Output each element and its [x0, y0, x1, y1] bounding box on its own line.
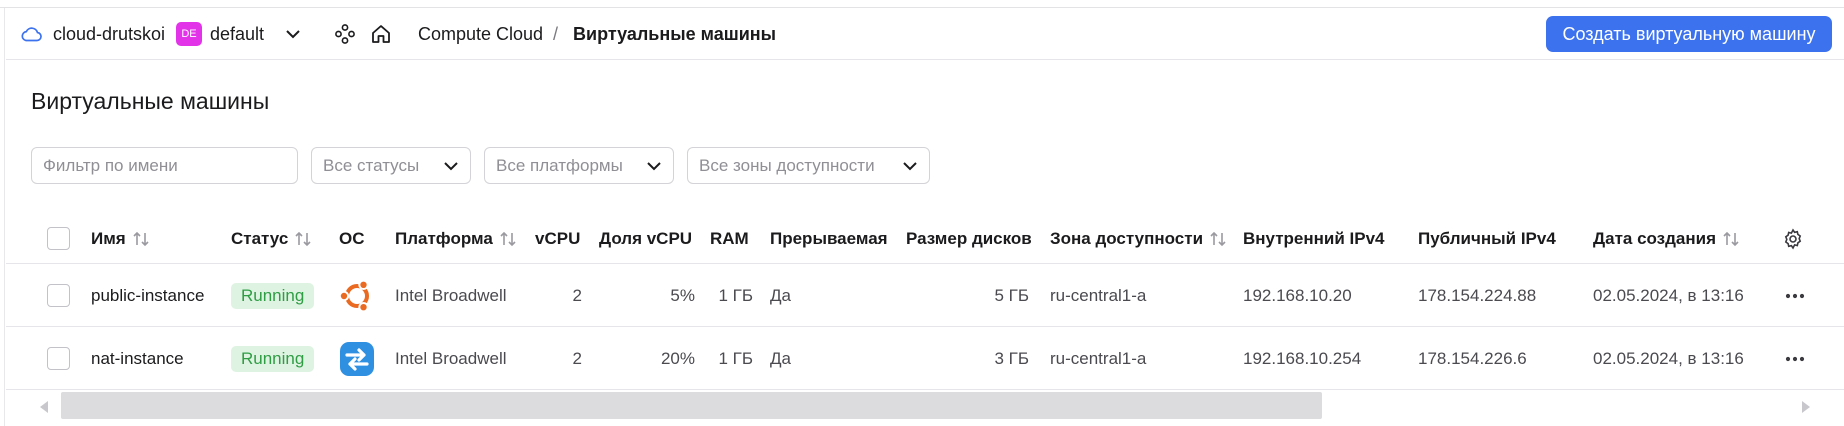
table-row[interactable]: public-instance Running Intel Broadwell …: [6, 264, 1844, 327]
internal-ip-cell: 192.168.10.254: [1243, 348, 1362, 368]
platform-cell: Intel Broadwell: [395, 285, 507, 305]
vcpu-cell: 2: [572, 348, 582, 368]
cloud-icon[interactable]: [20, 8, 46, 60]
sort-icon[interactable]: [294, 231, 312, 247]
disk-size-cell: 3 ГБ: [994, 348, 1029, 368]
page-title: Виртуальные машины: [31, 88, 270, 114]
status-cell: Running: [231, 327, 315, 390]
preemptible-cell: Да: [770, 348, 791, 368]
disk-size-cell: 5 ГБ: [994, 285, 1029, 305]
chevron-down-icon: [902, 157, 918, 180]
scroll-right-arrow-icon[interactable]: [1800, 399, 1812, 413]
table-row[interactable]: nat-instance Running Intel Broadwell 2 2…: [6, 327, 1844, 390]
column-header-ram: RAM: [710, 229, 749, 248]
column-header-zone[interactable]: Зона доступности: [1050, 214, 1227, 264]
internal-ip-cell: 192.168.10.20: [1243, 285, 1352, 305]
sort-icon[interactable]: [132, 231, 150, 247]
column-header-os: ОС: [339, 229, 365, 248]
platform-filter-value: Все платформы: [496, 155, 623, 175]
name-filter-input[interactable]: Фильтр по имени: [31, 147, 298, 184]
public-ip-cell: 178.154.224.88: [1418, 285, 1537, 305]
zone-cell: ru-central1-a: [1050, 285, 1147, 305]
column-header-public-ip: Публичный IPv4: [1418, 229, 1556, 248]
select-all-checkbox[interactable]: [47, 227, 70, 250]
column-label: Статус: [231, 229, 289, 248]
sort-icon[interactable]: [1209, 231, 1227, 247]
vcpu-share-cell: 5%: [670, 285, 695, 305]
chevron-down-icon: [646, 157, 662, 180]
created-cell: 02.05.2024, в 13:16: [1593, 348, 1744, 368]
column-header-status[interactable]: Статус: [231, 214, 312, 264]
column-label: Платформа: [395, 229, 493, 248]
ram-cell: 1 ГБ: [718, 285, 753, 305]
cloud-name[interactable]: cloud-drutskoi: [53, 8, 165, 60]
status-filter-value: Все статусы: [323, 155, 420, 175]
column-header-created[interactable]: Дата создания: [1593, 214, 1740, 264]
home-icon[interactable]: [368, 8, 394, 60]
vcpu-cell: 2: [572, 285, 582, 305]
zone-filter-value: Все зоны доступности: [699, 155, 875, 175]
top-bar: cloud-drutskoi DE default Compute Cloud …: [6, 8, 1844, 60]
preemptible-cell: Да: [770, 285, 791, 305]
platform-filter-select[interactable]: Все платформы: [484, 147, 674, 184]
status-filter-select[interactable]: Все статусы: [311, 147, 471, 184]
column-header-internal-ip: Внутренний IPv4: [1243, 229, 1385, 248]
column-label: Дата создания: [1593, 229, 1717, 248]
row-checkbox[interactable]: [47, 347, 70, 370]
column-header-preemptible: Прерываемая: [770, 229, 888, 248]
folder-name[interactable]: default: [210, 8, 264, 60]
zone-filter-select[interactable]: Все зоны доступности: [687, 147, 930, 184]
breadcrumb-separator: /: [553, 23, 559, 44]
public-ip-cell: 178.154.226.6: [1418, 348, 1527, 368]
more-actions-icon[interactable]: [1783, 264, 1807, 327]
nat-instance-icon: [339, 327, 375, 390]
table-header-row: Имя Статус ОС Платформа vCPU Доля vCPU R…: [6, 214, 1844, 264]
folder-badge: DE: [176, 22, 202, 46]
column-header-vcpu-share: Доля vCPU: [599, 229, 693, 248]
vm-name-link[interactable]: nat-instance: [91, 327, 184, 390]
status-badge: Running: [231, 345, 315, 372]
breadcrumb-service[interactable]: Compute Cloud: [418, 8, 543, 60]
chevron-down-icon[interactable]: [282, 8, 304, 60]
ubuntu-icon: [339, 264, 375, 327]
horizontal-scrollbar-thumb[interactable]: [61, 392, 1322, 419]
name-filter-placeholder: Фильтр по имени: [43, 155, 178, 175]
column-header-vcpu: vCPU: [535, 229, 581, 248]
column-label: Имя: [91, 229, 126, 248]
status-cell: Running: [231, 264, 315, 327]
gear-icon[interactable]: [1782, 214, 1804, 264]
ram-cell: 1 ГБ: [718, 348, 753, 368]
row-checkbox[interactable]: [47, 284, 70, 307]
services-icon[interactable]: [332, 8, 358, 60]
vcpu-share-cell: 20%: [660, 348, 695, 368]
create-vm-button[interactable]: Создать виртуальную машину: [1546, 16, 1832, 52]
zone-cell: ru-central1-a: [1050, 348, 1147, 368]
vm-name-link[interactable]: public-instance: [91, 264, 204, 327]
column-header-disk-size: Размер дисков: [906, 229, 1032, 248]
left-border: [0, 8, 5, 426]
created-cell: 02.05.2024, в 13:16: [1593, 285, 1744, 305]
chevron-down-icon: [443, 157, 459, 180]
platform-cell: Intel Broadwell: [395, 348, 507, 368]
top-border: [0, 0, 1844, 8]
status-badge: Running: [231, 282, 315, 309]
sort-icon[interactable]: [499, 231, 517, 247]
column-header-name[interactable]: Имя: [91, 214, 150, 264]
column-label: Зона доступности: [1050, 229, 1204, 248]
breadcrumb-current: Виртуальные машины: [573, 23, 777, 44]
column-header-platform[interactable]: Платформа: [395, 214, 517, 264]
sort-icon[interactable]: [1722, 231, 1740, 247]
scroll-left-arrow-icon[interactable]: [38, 399, 50, 413]
more-actions-icon[interactable]: [1783, 327, 1807, 390]
